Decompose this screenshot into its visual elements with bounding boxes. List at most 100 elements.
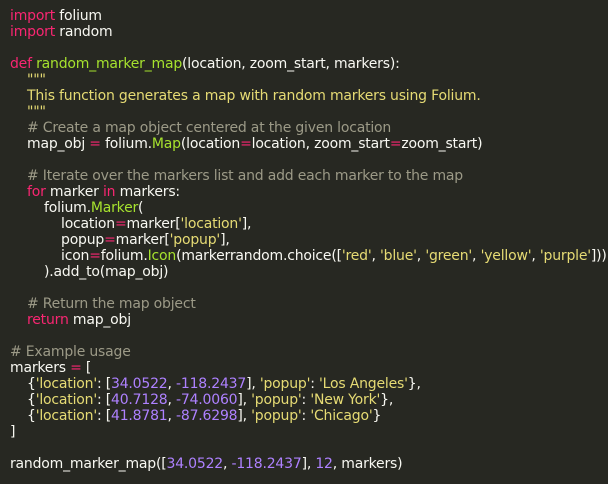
code-token: = [70, 360, 82, 376]
code-token: 'green' [425, 248, 473, 264]
code-token: 'blue' [380, 248, 417, 264]
code-token: (location, zoom_start, markers): [182, 56, 400, 72]
code-token: 'red' [341, 248, 372, 264]
code-token: = [389, 136, 402, 152]
code-token: ], [237, 392, 252, 408]
code-line: {'location': [40.7128, -74.0060], 'popup… [10, 392, 608, 408]
code-token: : [ [96, 392, 111, 408]
code-line: def random_marker_map(location, zoom_sta… [10, 56, 608, 72]
code-token: def [10, 56, 37, 72]
code-line: markers = [ [10, 360, 608, 376]
code-line: ).add_to(map_obj) [10, 264, 608, 280]
code-token: 34.0522 [111, 376, 168, 392]
code-token: -87.6298 [176, 408, 238, 424]
code-token: , [167, 392, 177, 408]
code-token: -118.2437 [231, 456, 302, 472]
code-token: , [167, 376, 177, 392]
code-line: {'location': [41.8781, -87.6298], 'popup… [10, 408, 608, 424]
code-line: # Create a map object centered at the gi… [10, 120, 608, 136]
code-token: for [27, 184, 46, 200]
code-token: ] [10, 424, 16, 440]
code-token: popup [10, 232, 105, 248]
code-token: ], [301, 456, 316, 472]
code-line: random_marker_map([34.0522, -118.2437], … [10, 456, 608, 472]
code-token: 'Los Angeles' [319, 376, 408, 392]
code-token: { [10, 408, 36, 424]
code-token: 'location' [35, 376, 97, 392]
code-token: , [531, 248, 540, 264]
code-token: 'location' [35, 408, 97, 424]
code-line: # Example usage [10, 344, 608, 360]
code-token: = [104, 232, 116, 248]
code-line: """ [10, 104, 608, 120]
code-token: markers [10, 360, 71, 376]
code-token: marker [45, 184, 103, 200]
code-line: {'location': [34.0522, -118.2437], 'popu… [10, 376, 608, 392]
code-token: map_obj [10, 136, 90, 152]
code-token: = [89, 136, 101, 152]
code-token: (markerrandom.choice([ [176, 248, 342, 264]
code-token: , [222, 456, 232, 472]
code-token: """ [10, 72, 46, 88]
code-token: marker[ [126, 216, 181, 232]
code-token: map_obj [68, 312, 131, 328]
code-token: -74.0060 [176, 392, 238, 408]
code-token: 'location' [180, 216, 242, 232]
code-token: : [ [96, 376, 111, 392]
code-token: folium. [10, 200, 91, 216]
code-token: ( [138, 200, 144, 216]
code-token: random_marker_map([ [10, 456, 167, 472]
code-line: for marker in markers: [10, 184, 608, 200]
code-token: random [55, 24, 113, 40]
code-token: markers: [115, 184, 181, 200]
code-token: folium [55, 8, 102, 24]
code-token: 'purple' [539, 248, 591, 264]
code-token: 12 [315, 456, 333, 472]
code-token: 40.7128 [111, 392, 168, 408]
code-token: import [10, 8, 56, 24]
code-token: : [310, 376, 320, 392]
code-line: import random [10, 24, 608, 40]
code-token: Icon [147, 248, 177, 264]
code-token: 'location' [35, 392, 97, 408]
code-token: 'Chicago' [310, 408, 373, 424]
code-token: }, [407, 376, 421, 392]
code-token: This function generates a map with rando… [10, 88, 481, 104]
code-token: marker[ [115, 232, 170, 248]
code-token: # Return the map object [10, 296, 196, 312]
code-token: 'popup' [251, 392, 302, 408]
code-token: 41.8781 [111, 408, 168, 424]
code-token: , [371, 248, 381, 264]
code-line: return map_obj [10, 312, 608, 328]
code-line: map_obj = folium.Map(location=location, … [10, 136, 608, 152]
code-token: ).add_to(map_obj) [10, 264, 169, 280]
code-token: icon [10, 248, 90, 264]
code-token: ], [220, 232, 230, 248]
code-token: 34.0522 [166, 456, 223, 472]
code-line: icon=folium.Icon(markerrandom.choice(['r… [10, 248, 608, 264]
code-token: ], [241, 216, 252, 232]
code-line: # Return the map object [10, 296, 608, 312]
code-token: , [472, 248, 481, 264]
code-token: , markers) [332, 456, 403, 472]
code-token: location, zoom_start [251, 136, 390, 152]
code-line: ] [10, 424, 608, 440]
code-token: folium. [100, 136, 152, 152]
code-token: in [102, 184, 116, 200]
code-token: folium. [100, 248, 148, 264]
code-token: = [89, 248, 101, 264]
code-token: = [114, 216, 127, 232]
code-token: """ [10, 104, 46, 120]
code-line: """ [10, 72, 608, 88]
code-token: Map [151, 136, 181, 152]
code-token: # Example usage [10, 344, 131, 360]
code-token: Marker [90, 200, 139, 216]
code-line: This function generates a map with rando… [10, 88, 608, 104]
code-token: : [ [96, 408, 111, 424]
